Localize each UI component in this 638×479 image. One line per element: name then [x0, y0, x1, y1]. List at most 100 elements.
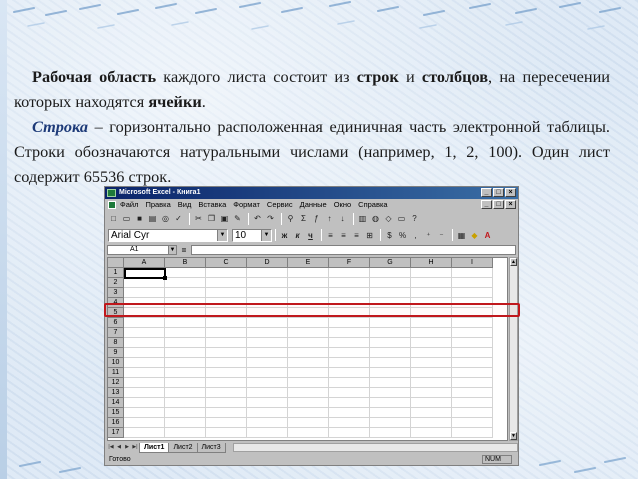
grid-cell[interactable] — [247, 278, 288, 288]
grid-cell[interactable] — [329, 278, 370, 288]
grid-cell[interactable] — [206, 348, 247, 358]
grid-cell[interactable] — [247, 388, 288, 398]
grid-cell[interactable] — [288, 378, 329, 388]
italic-icon[interactable]: к — [292, 230, 303, 241]
grid-cell[interactable] — [288, 388, 329, 398]
grid-cell[interactable] — [370, 368, 411, 378]
grid-cell[interactable] — [288, 288, 329, 298]
grid-cell[interactable] — [124, 328, 165, 338]
grid-cell[interactable] — [288, 408, 329, 418]
merge-center-icon[interactable]: ⊞ — [364, 230, 375, 241]
row-header[interactable]: 15 — [108, 408, 124, 418]
row-header[interactable]: 11 — [108, 368, 124, 378]
grid-cell[interactable] — [247, 358, 288, 368]
grid-cell[interactable] — [206, 318, 247, 328]
grid-cell[interactable] — [288, 348, 329, 358]
grid-cell[interactable] — [370, 278, 411, 288]
grid-cell[interactable] — [124, 338, 165, 348]
grid-cell[interactable] — [288, 368, 329, 378]
grid-cell[interactable] — [288, 268, 329, 278]
grid-cell[interactable] — [206, 378, 247, 388]
row-header[interactable]: 16 — [108, 418, 124, 428]
open-folder-icon[interactable]: ▭ — [121, 213, 132, 224]
grid-cell[interactable] — [370, 318, 411, 328]
grid-cell[interactable] — [206, 268, 247, 278]
column-header[interactable]: A — [124, 258, 165, 268]
select-all-corner[interactable] — [108, 258, 124, 268]
grid-cell[interactable] — [329, 348, 370, 358]
grid-cell[interactable] — [206, 338, 247, 348]
save-icon[interactable]: ■ — [134, 213, 145, 224]
undo-icon[interactable]: ↶ — [252, 213, 263, 224]
doc-restore-button[interactable]: □ — [493, 200, 504, 209]
column-header[interactable]: C — [206, 258, 247, 268]
grid-cell[interactable] — [247, 288, 288, 298]
grid-cell[interactable] — [124, 398, 165, 408]
grid-cell[interactable] — [247, 338, 288, 348]
grid-cell[interactable] — [206, 428, 247, 438]
menu-tools[interactable]: Сервис — [267, 200, 293, 209]
row-header[interactable]: 7 — [108, 328, 124, 338]
grid-cell[interactable] — [411, 338, 452, 348]
new-file-icon[interactable]: □ — [108, 213, 119, 224]
menu-format[interactable]: Формат — [233, 200, 260, 209]
close-button[interactable]: × — [505, 188, 516, 197]
grid-cell[interactable] — [165, 398, 206, 408]
row-header[interactable]: 14 — [108, 398, 124, 408]
tab-sheet3[interactable]: Лист3 — [196, 442, 226, 453]
grid-cell[interactable] — [452, 378, 493, 388]
grid-cell[interactable] — [370, 268, 411, 278]
tab-next-icon[interactable]: ▶ — [123, 443, 131, 452]
grid-cell[interactable] — [288, 358, 329, 368]
bold-icon[interactable]: ж — [279, 230, 290, 241]
grid-cell[interactable] — [247, 318, 288, 328]
column-header[interactable]: B — [165, 258, 206, 268]
thousands-icon[interactable]: , — [410, 230, 421, 241]
align-left-icon[interactable]: ≡ — [325, 230, 336, 241]
grid-cell[interactable] — [370, 388, 411, 398]
decrease-decimal-icon[interactable]: ⁻ — [436, 230, 447, 241]
grid-cell[interactable] — [288, 398, 329, 408]
grid-cell[interactable] — [411, 378, 452, 388]
drawing-icon[interactable]: ◇ — [383, 213, 394, 224]
help-icon[interactable]: ? — [409, 213, 420, 224]
tab-sheet1[interactable]: Лист1 — [139, 442, 170, 453]
menu-data[interactable]: Данные — [300, 200, 327, 209]
column-header[interactable]: G — [370, 258, 411, 268]
grid-cell[interactable] — [206, 288, 247, 298]
grid-cell[interactable] — [370, 328, 411, 338]
grid-cell[interactable] — [411, 358, 452, 368]
menu-file[interactable]: Файл — [120, 200, 138, 209]
menu-edit[interactable]: Правка — [145, 200, 170, 209]
row-header[interactable]: 10 — [108, 358, 124, 368]
grid-cell[interactable] — [124, 348, 165, 358]
print-preview-icon[interactable]: ◎ — [160, 213, 171, 224]
grid-cell[interactable] — [452, 288, 493, 298]
chevron-down-icon[interactable]: ▼ — [261, 229, 271, 241]
paste-icon[interactable]: ▣ — [219, 213, 230, 224]
grid-cell[interactable] — [370, 428, 411, 438]
grid-cell[interactable] — [165, 428, 206, 438]
grid-cell[interactable] — [411, 398, 452, 408]
doc-close-button[interactable]: × — [505, 200, 516, 209]
grid-cell[interactable] — [124, 418, 165, 428]
chevron-down-icon[interactable]: ▼ — [217, 229, 227, 241]
grid-cell[interactable] — [411, 268, 452, 278]
tab-first-icon[interactable]: |◀ — [107, 443, 115, 452]
format-painter-icon[interactable]: ✎ — [232, 213, 243, 224]
menu-window[interactable]: Окно — [334, 200, 351, 209]
grid-cell[interactable] — [370, 348, 411, 358]
grid-cell[interactable] — [452, 358, 493, 368]
font-color-icon[interactable]: A — [482, 230, 493, 241]
grid-cell[interactable] — [165, 378, 206, 388]
grid-cell[interactable] — [206, 398, 247, 408]
formula-equals-button[interactable]: = — [177, 246, 191, 255]
grid-cell[interactable] — [452, 268, 493, 278]
grid-cell[interactable] — [329, 378, 370, 388]
doc-minimize-button[interactable]: _ — [481, 200, 492, 209]
grid-cell[interactable] — [411, 348, 452, 358]
increase-decimal-icon[interactable]: ⁺ — [423, 230, 434, 241]
grid-cell[interactable] — [247, 428, 288, 438]
grid-cell[interactable] — [329, 318, 370, 328]
grid-cell[interactable] — [247, 368, 288, 378]
